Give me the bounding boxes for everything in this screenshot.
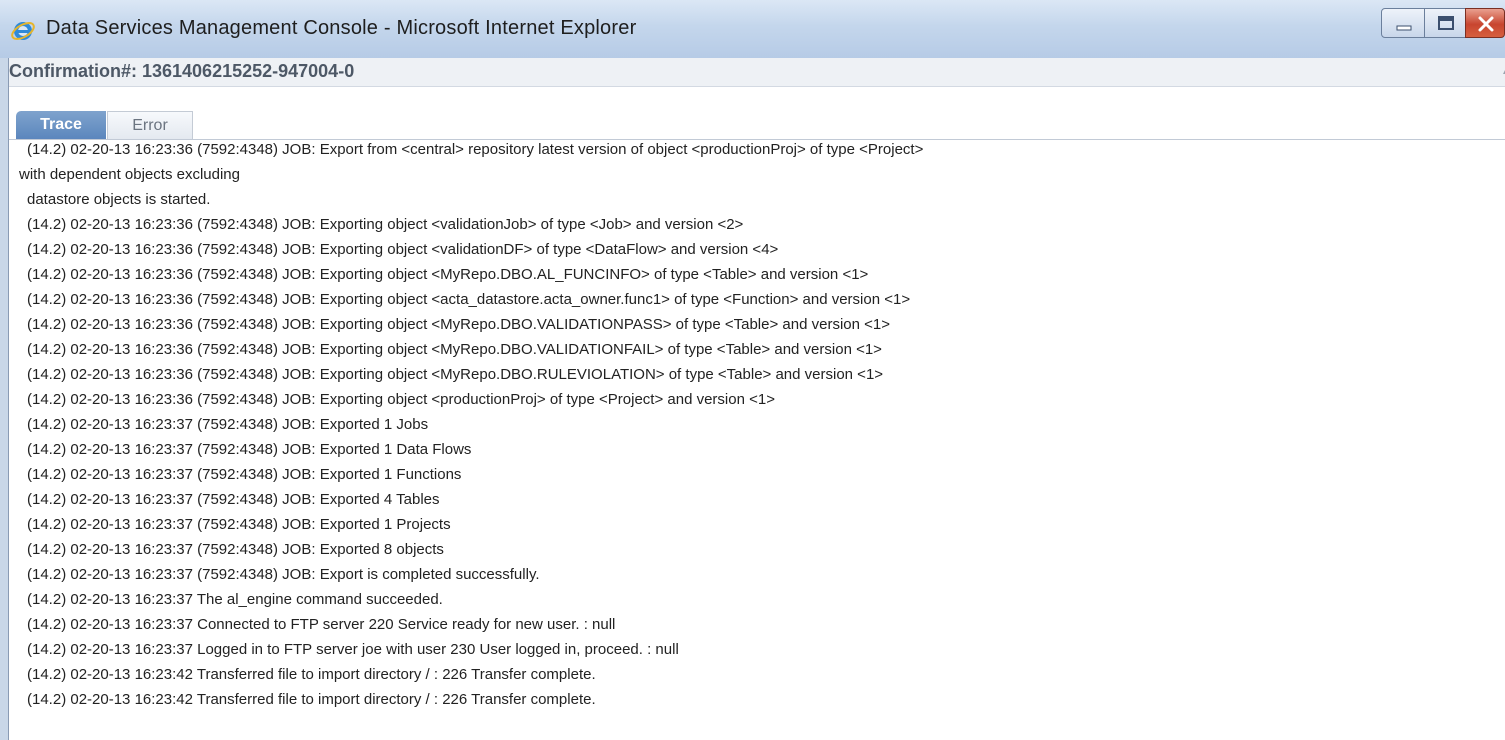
- internet-explorer-icon: [11, 22, 35, 40]
- log-line: (14.2) 02-20-13 16:23:37 Logged in to FT…: [27, 641, 679, 658]
- log-line: (14.2) 02-20-13 16:23:36 (7592:4348) JOB…: [27, 391, 775, 408]
- log-line: (14.2) 02-20-13 16:23:37 (7592:4348) JOB…: [27, 416, 429, 433]
- log-line: (14.2) 02-20-13 16:23:37 (7592:4348) JOB…: [27, 466, 462, 483]
- log-line: (14.2) 02-20-13 16:23:36 (7592:4348) JOB…: [27, 341, 882, 358]
- close-icon: [1478, 16, 1494, 32]
- log-line: (14.2) 02-20-13 16:23:37 (7592:4348) JOB…: [27, 441, 472, 458]
- maximize-button[interactable]: [1424, 8, 1466, 38]
- tab-strip: Trace Error: [9, 87, 1505, 140]
- log-line: (14.2) 02-20-13 16:23:37 (7592:4348) JOB…: [27, 566, 540, 583]
- log-line: (14.2) 02-20-13 16:23:42 Transferred fil…: [27, 691, 596, 708]
- log-line: (14.2) 02-20-13 16:23:37 (7592:4348) JOB…: [27, 491, 440, 508]
- minimize-icon: [1396, 25, 1412, 31]
- page-content: Confirmation#: 1361406215252-947004-0 ▲ …: [8, 58, 1505, 740]
- close-button[interactable]: [1465, 8, 1505, 38]
- log-line: (14.2) 02-20-13 16:23:37 The al_engine c…: [27, 591, 443, 608]
- log-line: (14.2) 02-20-13 16:23:36 (7592:4348) JOB…: [27, 216, 744, 233]
- minimize-button[interactable]: [1381, 8, 1425, 38]
- log-line: (14.2) 02-20-13 16:23:36 (7592:4348) JOB…: [27, 241, 779, 258]
- trace-log: (14.2) 02-20-13 16:23:36 (7592:4348) JOB…: [9, 140, 1505, 740]
- log-line: (14.2) 02-20-13 16:23:36 (7592:4348) JOB…: [27, 291, 911, 308]
- tab-trace[interactable]: Trace: [16, 111, 106, 139]
- log-line: datastore objects is started.: [27, 191, 211, 208]
- log-line: (14.2) 02-20-13 16:23:42 Transferred fil…: [27, 666, 596, 683]
- log-line: (14.2) 02-20-13 16:23:36 (7592:4348) JOB…: [27, 366, 884, 383]
- title-bar[interactable]: Data Services Management Console - Micro…: [0, 0, 1505, 58]
- log-line: (14.2) 02-20-13 16:23:37 (7592:4348) JOB…: [27, 516, 451, 533]
- scroll-up-icon[interactable]: ▲: [1501, 66, 1505, 80]
- log-line: (14.2) 02-20-13 16:23:37 Connected to FT…: [27, 616, 616, 633]
- confirmation-number: Confirmation#: 1361406215252-947004-0: [9, 61, 355, 81]
- log-line: (14.2) 02-20-13 16:23:36 (7592:4348) JOB…: [27, 316, 890, 333]
- log-line: with dependent objects excluding: [19, 166, 240, 183]
- window-title: Data Services Management Console - Micro…: [46, 17, 637, 39]
- browser-window: Data Services Management Console - Micro…: [0, 0, 1505, 740]
- tab-error[interactable]: Error: [107, 111, 193, 139]
- confirmation-bar: Confirmation#: 1361406215252-947004-0 ▲: [9, 58, 1505, 87]
- log-line: (14.2) 02-20-13 16:23:36 (7592:4348) JOB…: [27, 266, 869, 283]
- maximize-icon: [1438, 16, 1454, 30]
- log-line: (14.2) 02-20-13 16:23:37 (7592:4348) JOB…: [27, 541, 444, 558]
- log-line: (14.2) 02-20-13 16:23:36 (7592:4348) JOB…: [27, 141, 924, 158]
